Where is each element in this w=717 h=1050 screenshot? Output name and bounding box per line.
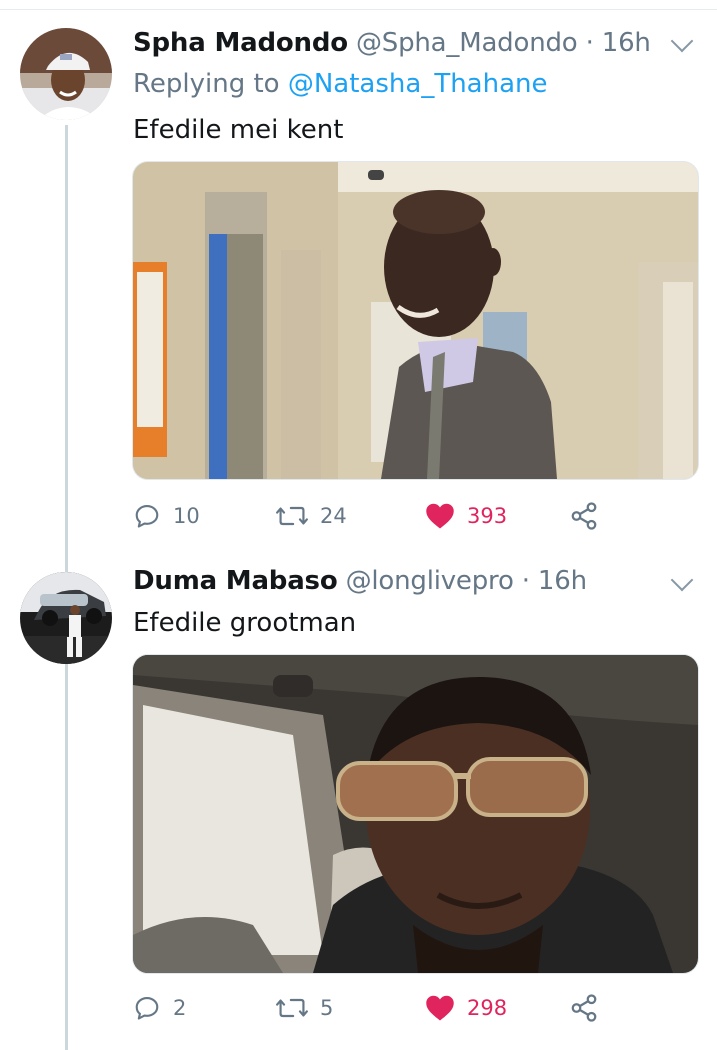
mention-link[interactable]: @Natasha_Thahane: [288, 69, 548, 99]
tweet-text: Efedile grootman: [133, 608, 357, 638]
retweet-button[interactable]: 5: [276, 988, 333, 1028]
retweet-icon: [276, 998, 308, 1018]
chevron-down-icon[interactable]: [670, 568, 694, 592]
tweet-media[interactable]: [132, 654, 699, 974]
tweet-header: Spha Madondo @Spha_Madondo · 16h: [133, 28, 651, 58]
display-name[interactable]: Spha Madondo: [133, 28, 348, 58]
separator: ·: [521, 566, 530, 596]
reply-button[interactable]: 10: [133, 496, 200, 536]
handle[interactable]: @longlivepro: [346, 566, 514, 596]
timestamp[interactable]: 16h: [538, 566, 587, 596]
reply-button[interactable]: 2: [133, 988, 186, 1028]
tweet-actions: 10 24 393: [133, 496, 613, 536]
like-button[interactable]: 393: [425, 496, 507, 536]
top-divider: [0, 9, 717, 10]
tweet-actions: 2 5 298: [133, 988, 613, 1028]
retweet-button[interactable]: 24: [276, 496, 347, 536]
display-name[interactable]: Duma Mabaso: [133, 566, 338, 596]
share-button[interactable]: [569, 496, 599, 536]
separator: ·: [585, 28, 594, 58]
like-count: 298: [467, 996, 508, 1020]
like-count: 393: [467, 504, 508, 528]
replying-to: Replying to @Natasha_Thahane: [133, 69, 548, 99]
reply-icon: [135, 997, 159, 1020]
avatar[interactable]: [20, 572, 112, 664]
like-button[interactable]: 298: [425, 988, 507, 1028]
tweet-text: Efedile mei kent: [133, 115, 344, 145]
avatar-photo: [20, 28, 112, 120]
heart-icon: [426, 995, 454, 1021]
replying-to-label: Replying to: [133, 69, 288, 99]
heart-icon: [426, 503, 454, 529]
reply-count: 10: [173, 504, 200, 528]
avatar-photo: [20, 572, 112, 664]
handle[interactable]: @Spha_Madondo: [356, 28, 578, 58]
reply-icon: [135, 505, 159, 528]
retweet-icon: [276, 506, 308, 526]
media-photo: [133, 162, 698, 479]
reply-count: 2: [173, 996, 187, 1020]
retweet-count: 5: [320, 996, 334, 1020]
timestamp[interactable]: 16h: [602, 28, 651, 58]
tweet-media[interactable]: [132, 161, 699, 480]
chevron-down-icon[interactable]: [670, 29, 694, 53]
media-photo: [133, 655, 698, 973]
share-icon: [571, 502, 597, 530]
share-icon: [571, 994, 597, 1022]
retweet-count: 24: [320, 504, 347, 528]
tweet-header: Duma Mabaso @longlivepro · 16h: [133, 566, 587, 596]
avatar[interactable]: [20, 28, 112, 120]
share-button[interactable]: [569, 988, 599, 1028]
